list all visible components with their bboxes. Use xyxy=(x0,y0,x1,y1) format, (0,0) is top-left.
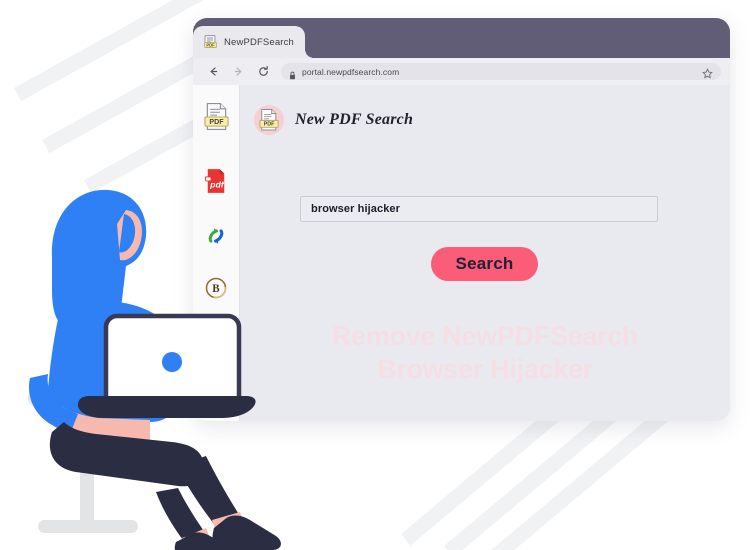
pdf-document-favicon: PDF xyxy=(204,35,217,49)
screen-dot xyxy=(162,352,182,372)
browser-tab[interactable]: PDF NewPDFSearch xyxy=(193,26,314,58)
lock-icon xyxy=(289,67,296,80)
browser-tab-title: NewPDFSearch xyxy=(224,36,294,48)
background-stripe xyxy=(484,406,672,550)
svg-text:PDF: PDF xyxy=(264,122,276,128)
pdf-document-icon: PDF xyxy=(203,102,229,136)
svg-text:PDF: PDF xyxy=(209,118,224,126)
browser-toolbar: portal.newpdfsearch.com xyxy=(193,58,730,85)
url-text: portal.newpdfsearch.com xyxy=(302,66,400,77)
search-button[interactable]: Search xyxy=(431,247,538,281)
site-header: PDF New PDF Search xyxy=(254,105,413,135)
screenshot-stage: PDF NewPDFSearch portal.newpdfsearch.com… xyxy=(0,0,750,550)
sidebar-item-pdf-document[interactable]: PDF xyxy=(193,99,239,139)
url-bar[interactable]: portal.newpdfsearch.com xyxy=(281,63,721,80)
page-content: PDF New PDF Search Search Remove NewPDFS… xyxy=(240,85,730,421)
reload-icon[interactable] xyxy=(255,63,272,80)
svg-text:PDF: PDF xyxy=(206,43,215,48)
site-title: New PDF Search xyxy=(295,111,414,128)
search-input[interactable] xyxy=(300,196,658,222)
woman-sitting-with-laptop-illustration xyxy=(28,189,281,550)
watermark-headline: Remove NewPDFSearch Browser Hijacker xyxy=(240,320,730,386)
star-icon[interactable] xyxy=(702,66,713,79)
arrow-left-icon[interactable] xyxy=(205,63,222,80)
watermark-line-2: Browser Hijacker xyxy=(377,353,593,384)
pdf-document-logo-icon: PDF xyxy=(254,105,284,135)
laptop-shape xyxy=(78,313,256,418)
arrow-right-icon[interactable] xyxy=(230,63,247,80)
watermark-line-1: Remove NewPDFSearch xyxy=(331,321,639,351)
